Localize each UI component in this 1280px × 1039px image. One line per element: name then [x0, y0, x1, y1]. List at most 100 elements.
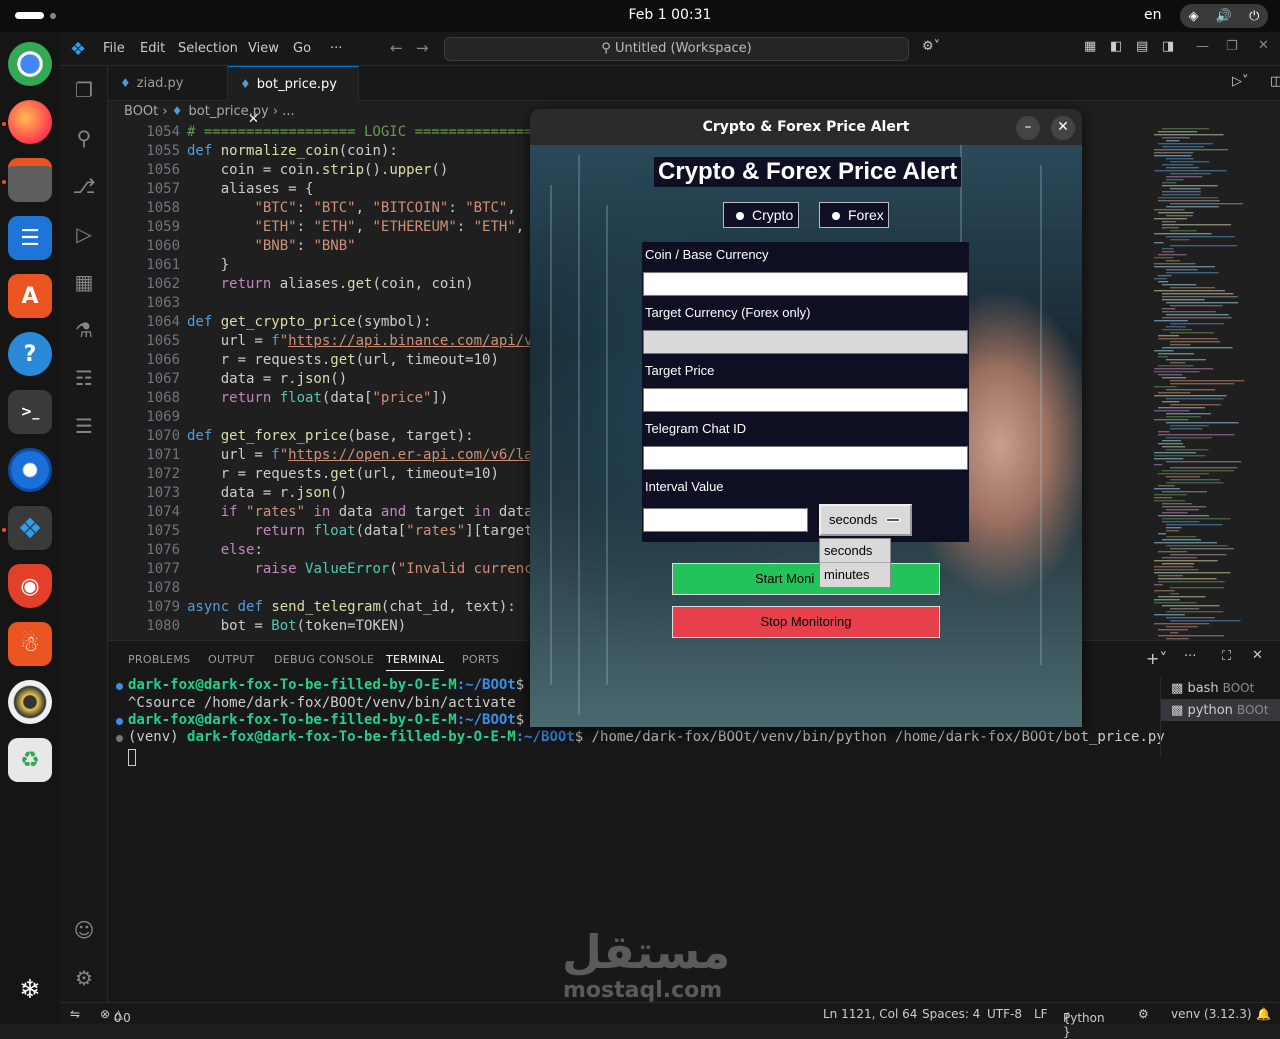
- writer-icon[interactable]: ☰: [8, 216, 52, 260]
- tab-bot-price[interactable]: ♦ bot_price.py ✕: [228, 66, 359, 127]
- new-terminal-icon[interactable]: +˅: [1146, 649, 1167, 668]
- python-icon[interactable]: ☶: [72, 366, 96, 390]
- code-line[interactable]: data = r.json(): [187, 485, 347, 501]
- code-line[interactable]: coin = coin.strip().upper(): [187, 162, 449, 178]
- show-apps-icon[interactable]: ❄: [8, 968, 52, 1012]
- extensions-icon[interactable]: ▦: [72, 270, 96, 294]
- app-center-icon[interactable]: A: [8, 274, 52, 318]
- code-line[interactable]: return float(data["price"]): [187, 390, 449, 406]
- code-line[interactable]: else:: [187, 542, 263, 558]
- panel-tab-terminal[interactable]: TERMINAL: [386, 653, 445, 671]
- python-interpreter[interactable]: venv (3.12.3): [1171, 1007, 1252, 1021]
- code-line[interactable]: url = f"https://api.binance.com/api/v: [187, 333, 533, 349]
- radio-crypto[interactable]: Crypto: [723, 202, 799, 228]
- code-line[interactable]: async def send_telegram(chat_id, text):: [187, 599, 516, 615]
- close-icon[interactable]: ✕: [1258, 38, 1269, 53]
- system-menu[interactable]: ◈ 🔊 ⏻: [1180, 4, 1268, 28]
- split-editor-icon[interactable]: ◫: [1270, 74, 1280, 89]
- code-line[interactable]: "ETH": "ETH", "ETHEREUM": "ETH",: [187, 219, 524, 235]
- thunderbird-icon[interactable]: [8, 448, 52, 492]
- rhythmbox-icon[interactable]: [8, 680, 52, 724]
- toggle-sidebar-icon[interactable]: ◧: [1110, 39, 1122, 54]
- panel-tab-ports[interactable]: PORTS: [462, 653, 499, 666]
- panel-tab-problems[interactable]: PROBLEMS: [128, 653, 190, 666]
- command-center[interactable]: ⚲ Untitled (Workspace): [444, 37, 909, 61]
- minimap[interactable]: [1148, 124, 1268, 672]
- cursor-position[interactable]: Ln 1121, Col 64: [823, 1007, 917, 1021]
- option-minutes[interactable]: minutes: [820, 563, 890, 587]
- menu-edit[interactable]: Edit: [140, 41, 165, 56]
- copilot-status-icon[interactable]: ⚙: [1138, 1007, 1149, 1021]
- maximize-panel-icon[interactable]: ⛶: [1222, 649, 1231, 664]
- encoding[interactable]: UTF-8: [987, 1007, 1022, 1021]
- line-ending[interactable]: LF: [1034, 1007, 1048, 1021]
- files-icon[interactable]: [8, 158, 52, 202]
- target-currency-input[interactable]: [643, 330, 968, 354]
- code-line[interactable]: def normalize_coin(coin):: [187, 143, 398, 159]
- menu-more[interactable]: ···: [330, 41, 342, 56]
- code-line[interactable]: # ================== LOGIC =============…: [187, 124, 533, 140]
- chrome-icon[interactable]: [8, 42, 52, 86]
- code-line[interactable]: "BTC": "BTC", "BITCOIN": "BTC",: [187, 200, 515, 216]
- remote-icon[interactable]: ⇋: [70, 1007, 80, 1021]
- code-line[interactable]: "BNB": "BNB": [187, 238, 355, 254]
- code-line[interactable]: r = requests.get(url, timeout=10): [187, 352, 499, 368]
- code-line[interactable]: aliases = {: [187, 181, 314, 197]
- network-app-icon[interactable]: ☃: [8, 622, 52, 666]
- terminal-item-bash[interactable]: ▩ bash BOOt: [1161, 677, 1280, 699]
- breadcrumb-folder[interactable]: BOOt: [124, 104, 158, 119]
- close-panel-icon[interactable]: ✕: [1252, 648, 1263, 663]
- help-icon[interactable]: ?: [8, 332, 52, 376]
- close-icon[interactable]: ✕: [1051, 116, 1075, 140]
- input-language[interactable]: en: [1144, 7, 1162, 23]
- code-line[interactable]: }: [187, 257, 229, 273]
- vscode-icon[interactable]: ❖: [8, 506, 52, 550]
- layers-icon[interactable]: ☰: [72, 414, 96, 438]
- code-line[interactable]: def get_crypto_price(symbol):: [187, 314, 431, 330]
- panel-tab-output[interactable]: OUTPUT: [208, 653, 255, 666]
- option-seconds[interactable]: seconds: [820, 539, 890, 563]
- start-monitoring-button[interactable]: Start Moni: [672, 563, 940, 595]
- clock[interactable]: Feb 1 00:31: [0, 7, 1280, 23]
- brave-icon[interactable]: ◉: [8, 564, 52, 608]
- menu-file[interactable]: File: [103, 41, 125, 56]
- terminal-icon[interactable]: >_: [8, 390, 52, 434]
- indentation[interactable]: Spaces: 4: [922, 1007, 980, 1021]
- code-line[interactable]: def get_forex_price(base, target):: [187, 428, 474, 444]
- breadcrumb-more[interactable]: ...: [282, 104, 294, 119]
- interval-input[interactable]: [643, 508, 808, 532]
- code-line[interactable]: data = r.json(): [187, 371, 347, 387]
- search-icon[interactable]: ⚲: [72, 126, 96, 150]
- menu-selection[interactable]: Selection: [178, 41, 238, 56]
- back-arrow-icon[interactable]: ←: [390, 39, 403, 57]
- settings-gear-icon[interactable]: ⚙: [72, 966, 96, 990]
- account-icon[interactable]: ☺: [72, 918, 96, 942]
- minimize-icon[interactable]: –: [1016, 116, 1040, 140]
- menu-view[interactable]: View: [248, 41, 279, 56]
- notifications-icon[interactable]: 🔔: [1256, 1007, 1271, 1021]
- breadcrumb-file[interactable]: bot_price.py: [189, 104, 269, 119]
- minimize-icon[interactable]: —: [1196, 39, 1209, 54]
- radio-forex[interactable]: Forex: [819, 202, 889, 228]
- target-price-input[interactable]: [643, 388, 968, 412]
- chat-id-input[interactable]: [643, 446, 968, 470]
- code-line[interactable]: raise ValueError("Invalid currenc: [187, 561, 532, 577]
- code-line[interactable]: bot = Bot(token=TOKEN): [187, 618, 406, 634]
- maximize-icon[interactable]: ❐: [1226, 39, 1238, 54]
- code-line[interactable]: return float(data["rates"][target: [187, 523, 532, 539]
- panel-tab-debug-console[interactable]: DEBUG CONSOLE: [274, 653, 374, 666]
- firefox-icon[interactable]: [8, 100, 52, 144]
- tab-ziad[interactable]: ♦ ziad.py: [108, 66, 228, 101]
- forward-arrow-icon[interactable]: →: [416, 39, 429, 57]
- layout-icon[interactable]: ▦: [1084, 39, 1096, 54]
- code-line[interactable]: r = requests.get(url, timeout=10): [187, 466, 499, 482]
- toggle-panel-icon[interactable]: ▤: [1136, 39, 1148, 54]
- trash-icon[interactable]: ♻: [8, 738, 52, 782]
- run-file-icon[interactable]: ▷˅: [1232, 74, 1249, 89]
- terminal-item-python[interactable]: ▩ python BOOt: [1161, 699, 1280, 721]
- code-line[interactable]: url = f"https://open.er-api.com/v6/la: [187, 447, 533, 463]
- code-line[interactable]: return aliases.get(coin, coin): [187, 276, 474, 292]
- copilot-icon[interactable]: ⚙˅: [922, 39, 940, 54]
- toggle-secondary-sidebar-icon[interactable]: ◨: [1162, 39, 1174, 54]
- stop-monitoring-button[interactable]: Stop Monitoring: [672, 606, 940, 638]
